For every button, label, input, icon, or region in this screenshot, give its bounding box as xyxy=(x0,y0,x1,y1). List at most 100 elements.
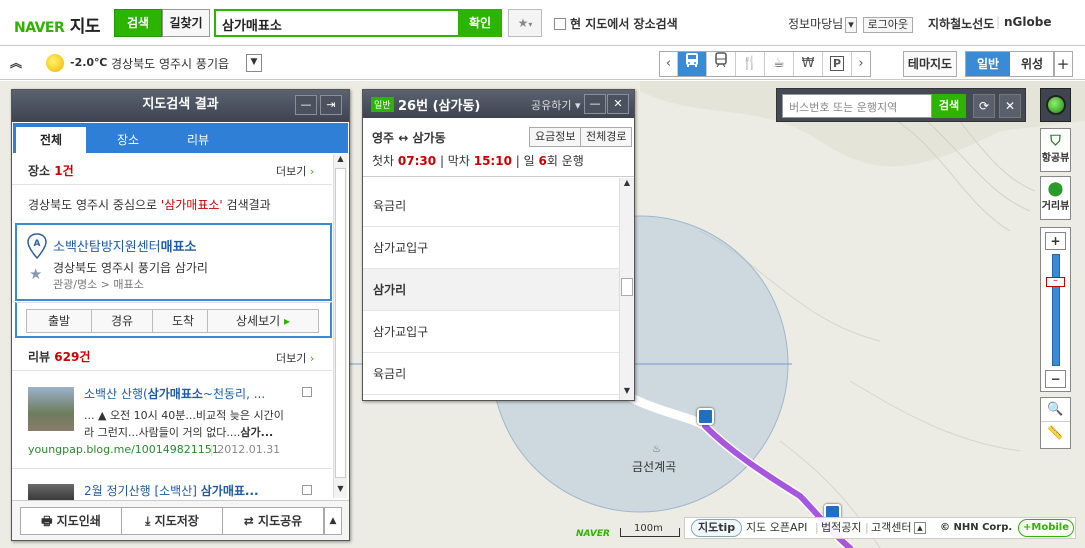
zoom-handle[interactable]: – xyxy=(1046,276,1065,287)
full-route-button[interactable]: 전체경로 xyxy=(580,127,633,147)
review-thumbnail[interactable] xyxy=(28,387,74,431)
copy-icon[interactable] xyxy=(302,485,312,495)
traffic-light-control[interactable] xyxy=(1040,88,1071,122)
places-more-link[interactable]: 더보기 › xyxy=(276,163,314,179)
review-title-prefix: 소백산 산행( xyxy=(84,387,148,401)
scroll-down-icon[interactable]: ▼ xyxy=(335,484,346,496)
user-menu[interactable]: 정보마당님 ▾ 로그아웃 xyxy=(788,15,914,33)
start-button[interactable]: 출발 xyxy=(26,309,92,333)
expand-icon[interactable]: ⇥ xyxy=(320,95,342,115)
bank-icon[interactable]: ₩ xyxy=(794,52,823,76)
place-result-card[interactable]: A ★ 소백산탐방지원센터매표소 경상북도 영주시 풍기읍 삼가리 관광/명소 … xyxy=(15,223,332,301)
places-count: 1건 xyxy=(54,164,74,178)
confirm-button[interactable]: 확인 xyxy=(458,9,502,37)
favorites-button[interactable]: ★▾ xyxy=(508,9,542,37)
logout-button[interactable]: 로그아웃 xyxy=(862,17,914,33)
train-icon[interactable] xyxy=(707,52,736,76)
tab-places[interactable]: 장소 xyxy=(93,127,163,153)
refresh-icon[interactable]: ⟳ xyxy=(973,94,995,118)
divider: | xyxy=(815,521,819,534)
checkbox-icon[interactable] xyxy=(554,18,566,30)
minimize-icon[interactable]: — xyxy=(295,95,317,115)
collapse-icon[interactable]: ︽ xyxy=(6,53,26,73)
ruler-icon[interactable]: 📏 xyxy=(1041,422,1070,446)
star-icon[interactable]: ★ xyxy=(29,265,42,283)
search-input[interactable]: 삼가매표소 xyxy=(214,9,458,37)
fare-info-button[interactable]: 요금정보 xyxy=(529,127,582,147)
bus-stop-item[interactable]: 삼가교입구 xyxy=(363,227,619,269)
logo-naver: NAVER xyxy=(14,20,65,36)
map-tools: 🔍 📏 xyxy=(1040,397,1071,449)
zoom-out-button[interactable]: − xyxy=(1045,370,1066,388)
review-thumbnail[interactable] xyxy=(28,484,74,500)
zoom-in-button[interactable]: + xyxy=(1045,232,1066,250)
tab-reviews[interactable]: 리뷰 xyxy=(163,127,233,153)
bus-stop-marker-icon[interactable] xyxy=(697,408,714,425)
bus-search-button[interactable]: 검색 xyxy=(932,94,966,118)
panel-scrollbar[interactable]: ▲ ▼ xyxy=(333,154,347,498)
arrive-button[interactable]: 도착 xyxy=(152,309,214,333)
share-map-button[interactable]: ⇄ 지도공유 xyxy=(222,507,324,535)
legal-link[interactable]: 법적공지 xyxy=(821,518,861,538)
naver-map-logo[interactable]: NAVER 지도 xyxy=(14,12,100,37)
collapse-up-icon[interactable]: ▲ xyxy=(324,507,342,535)
prev-arrow-icon[interactable]: ‹ xyxy=(660,52,678,76)
bus-stop-item-selected[interactable]: 삼가리 xyxy=(363,269,619,311)
print-map-button[interactable]: 🖶 지도인쇄 xyxy=(20,507,122,535)
user-dropdown-icon[interactable]: ▾ xyxy=(845,17,857,33)
area-search-checkbox[interactable]: 현 지도에서 장소검색 xyxy=(554,15,678,32)
map-tip-button[interactable]: 지도tip xyxy=(691,519,743,537)
tab-all[interactable]: 전체 xyxy=(16,127,86,153)
tab-search[interactable]: 검색 xyxy=(114,9,162,37)
bus-stop-item[interactable]: 삼가교입구 xyxy=(363,311,619,353)
support-link[interactable]: 고객센터 xyxy=(871,518,911,538)
mobile-link[interactable]: +Mobile xyxy=(1018,519,1074,537)
review-title-prefix: 2월 정기산행 [소백산] xyxy=(84,484,201,498)
magnifier-icon[interactable]: 🔍 xyxy=(1041,398,1070,422)
expand-plus-icon[interactable]: + xyxy=(1053,51,1073,77)
bus-search-input[interactable]: 버스번호 또는 운행지역 xyxy=(782,94,932,118)
cafe-icon[interactable]: ☕ xyxy=(765,52,794,76)
reviews-more-link[interactable]: 더보기 › xyxy=(276,350,314,366)
tab-directions[interactable]: 길찾기 xyxy=(162,9,210,37)
bus-stop-item[interactable]: 육금리 xyxy=(363,185,619,227)
scrollbar-thumb[interactable] xyxy=(621,278,633,296)
restaurant-icon[interactable]: 🍴 xyxy=(736,52,765,76)
user-name[interactable]: 정보마당님 xyxy=(788,17,843,31)
copy-icon[interactable] xyxy=(302,387,312,397)
detail-button[interactable]: 상세보기 ▸ xyxy=(207,309,319,333)
scroll-up-icon[interactable]: ▲ xyxy=(335,154,346,166)
parking-icon[interactable]: P xyxy=(823,52,852,76)
review-title[interactable]: 소백산 산행(삼가매표소~천동리, ... xyxy=(84,385,265,402)
bus-icon[interactable] xyxy=(678,52,707,76)
satellite-map-button[interactable]: 위성 xyxy=(1010,52,1054,76)
minimize-icon[interactable]: — xyxy=(584,94,606,114)
location-dropdown-icon[interactable]: ▼ xyxy=(246,54,262,72)
place-name[interactable]: 소백산탐방지원센터매표소 xyxy=(53,236,197,255)
save-map-button[interactable]: ⤓ 지도저장 xyxy=(121,507,223,535)
close-icon[interactable]: ✕ xyxy=(607,94,629,114)
normal-map-button[interactable]: 일반 xyxy=(966,52,1010,76)
review-title[interactable]: 2월 정기산행 [소백산] 삼가매표... xyxy=(84,482,259,499)
review-url[interactable]: youngpap.blog.me/100149821151 xyxy=(28,443,219,456)
waypoint-button[interactable]: 경유 xyxy=(91,309,153,333)
bus-stop-item[interactable]: 육금리 xyxy=(363,353,619,395)
scrollbar-thumb[interactable] xyxy=(335,168,346,478)
close-icon[interactable]: ✕ xyxy=(999,94,1021,118)
expand-up-icon[interactable]: ▲ xyxy=(914,522,926,534)
place-label: 금선계곡 xyxy=(632,460,677,474)
zoom-track[interactable] xyxy=(1052,254,1060,366)
theme-map-button[interactable]: 테마지도 xyxy=(903,51,957,77)
open-api-link[interactable]: 지도 오픈API xyxy=(746,518,807,538)
scroll-down-icon[interactable]: ▼ xyxy=(621,386,633,398)
aerial-view-button[interactable]: ⛉ 항공뷰 xyxy=(1040,128,1071,172)
bus-panel-header: 일반 26번 (삼가동) 공유하기 ▾ — ✕ xyxy=(363,90,634,118)
street-view-button[interactable]: ⬤ 거리뷰 xyxy=(1040,176,1071,220)
scope-query: '삼가매표소' xyxy=(160,198,223,212)
bus-panel-scrollbar[interactable]: ▲ ▼ xyxy=(619,178,634,400)
share-dropdown[interactable]: 공유하기 ▾ xyxy=(531,97,581,113)
next-arrow-icon[interactable]: › xyxy=(852,52,870,76)
nglobe-link[interactable]: nGlobe xyxy=(1004,15,1051,29)
scroll-up-icon[interactable]: ▲ xyxy=(621,178,633,190)
subway-map-link[interactable]: 지하철노선도 xyxy=(928,15,994,32)
